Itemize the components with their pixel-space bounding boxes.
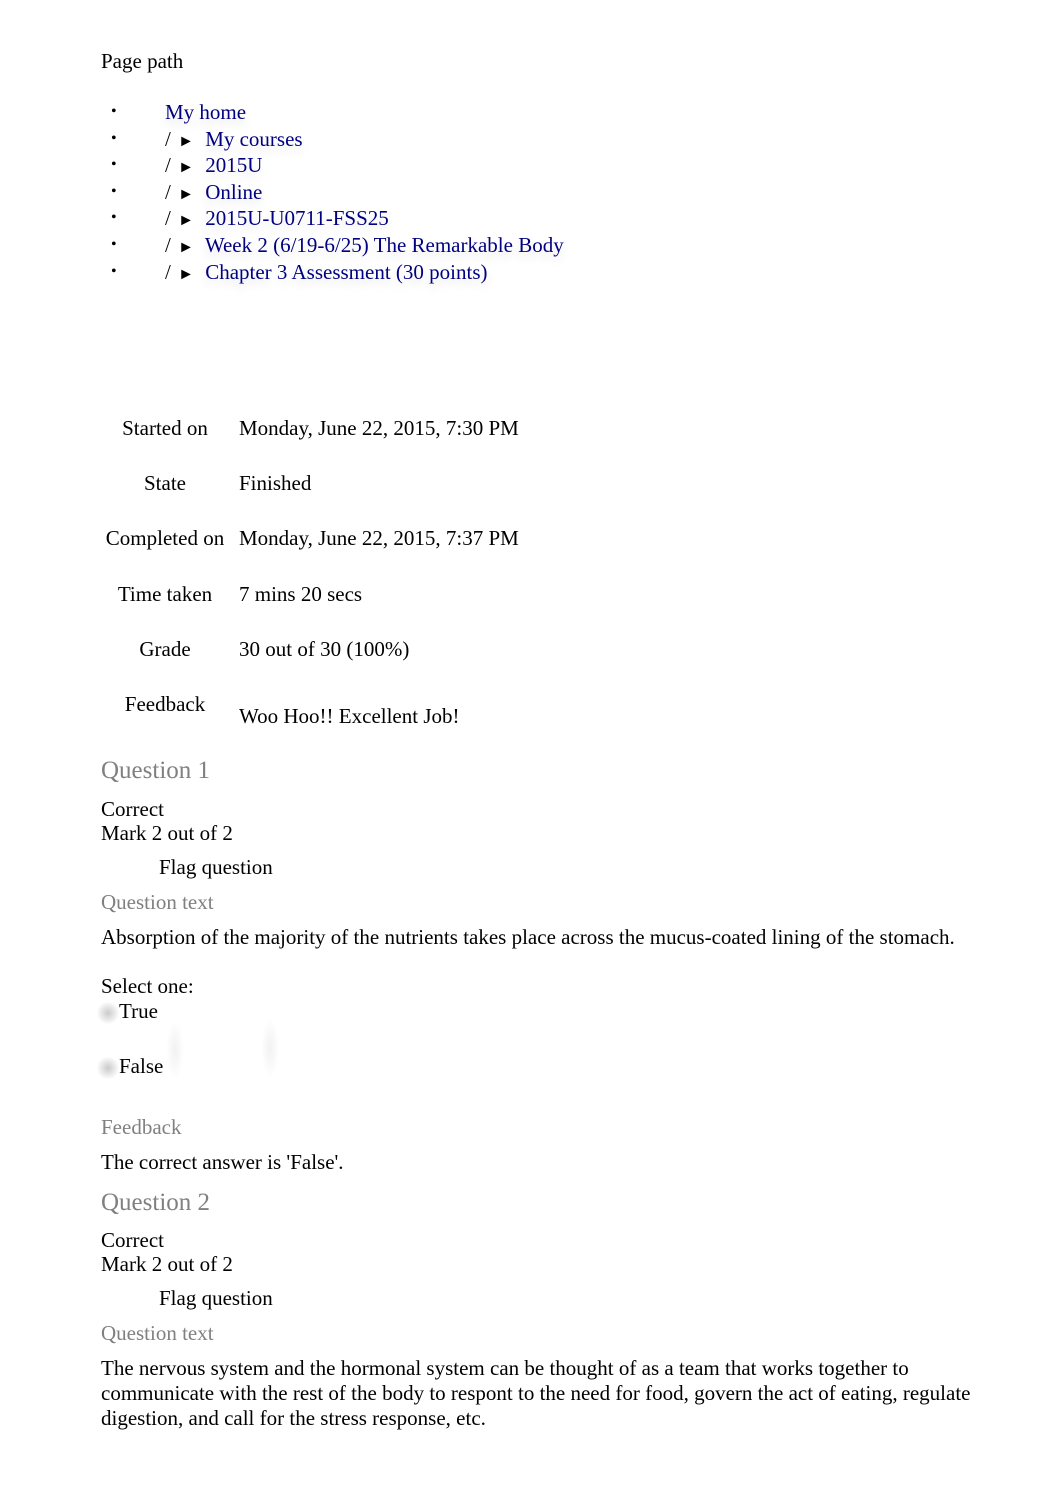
bullet: • [111, 129, 117, 147]
separator: / [165, 259, 171, 284]
decorative-shadow [166, 1020, 184, 1080]
flag-question-1-button[interactable]: Flag question [159, 855, 273, 880]
arrow-right-icon: ► [178, 185, 194, 203]
summary-row-completed: Completed on Monday, June 22, 2015, 7:37… [101, 526, 801, 556]
breadcrumb-link-my-courses[interactable]: My courses [205, 127, 302, 151]
breadcrumb-link-my-home[interactable]: My home [165, 100, 246, 124]
question-1-text: Absorption of the majority of the nutrie… [101, 925, 955, 949]
question-1-feedback: The correct answer is 'False'. [101, 1150, 344, 1174]
summary-row-feedback: Feedback Woo Hoo!! Excellent Job! [101, 692, 801, 728]
question-2-text-heading: Question text [101, 1321, 214, 1345]
question-1-status: Correct [101, 797, 164, 821]
breadcrumb-item: • / ► My courses [111, 126, 564, 153]
question-2-text: The nervous system and the hormonal syst… [101, 1356, 971, 1430]
radio-option-false[interactable] [97, 1057, 119, 1079]
flag-question-2-button[interactable]: Flag question [159, 1286, 273, 1311]
decorative-shadow [261, 1018, 279, 1078]
breadcrumb-item: • My home [111, 99, 564, 126]
summary-value: Finished [239, 471, 312, 495]
summary-label: Time taken [117, 582, 213, 606]
summary-value: Woo Hoo!! Excellent Job! [239, 704, 460, 728]
page-path-label: Page path [101, 49, 184, 73]
breadcrumb-item: • / ► 2015U [111, 152, 564, 179]
summary-row-state: State Finished [101, 471, 801, 501]
question-1-mark: Mark 2 out of 2 [101, 821, 233, 845]
question-2-mark: Mark 2 out of 2 [101, 1252, 233, 1276]
breadcrumb-link-online[interactable]: Online [205, 180, 262, 204]
question-2-status: Correct [101, 1228, 164, 1252]
separator: / [165, 153, 171, 178]
breadcrumb-link-2015u[interactable]: 2015U [205, 153, 262, 177]
option-false-label[interactable]: False [119, 1054, 163, 1079]
radio-option-true[interactable] [97, 1002, 119, 1024]
bullet: • [111, 209, 117, 227]
separator: / [165, 232, 171, 257]
bullet: • [111, 156, 117, 174]
question-2-title: Question 2 [101, 1189, 211, 1216]
summary-row-time-taken: Time taken 7 mins 20 secs [101, 582, 801, 612]
summary-row-grade: Grade 30 out of 30 (100%) [101, 637, 801, 667]
bullet: • [111, 262, 117, 280]
question-1-prompt: Select one: [101, 974, 194, 998]
question-1-title: Question 1 [101, 757, 211, 784]
summary-value: Monday, June 22, 2015, 7:37 PM [239, 526, 519, 550]
option-true-label[interactable]: True [119, 999, 158, 1024]
summary-value: Monday, June 22, 2015, 7:30 PM [239, 416, 519, 440]
breadcrumb-link-assessment[interactable]: Chapter 3 Assessment (30 points) [205, 260, 487, 284]
bullet: • [111, 182, 117, 200]
arrow-right-icon: ► [178, 212, 194, 230]
breadcrumb-item: • / ► Chapter 3 Assessment (30 points) [111, 259, 564, 286]
breadcrumb-item: • / ► 2015U-U0711-FSS25 [111, 205, 564, 232]
summary-value: 30 out of 30 (100%) [239, 637, 410, 661]
summary-value: 7 mins 20 secs [239, 582, 363, 606]
breadcrumb: • My home • / ► My courses • / ► 2015U •… [111, 99, 564, 286]
breadcrumb-item: • / ► Week 2 (6/19-6/25) The Remarkable … [111, 232, 564, 259]
arrow-right-icon: ► [178, 159, 194, 177]
arrow-right-icon: ► [178, 265, 194, 283]
arrow-right-icon: ► [178, 132, 194, 150]
bullet: • [111, 235, 117, 253]
arrow-right-icon: ► [178, 238, 194, 256]
bullet: • [111, 103, 117, 120]
separator: / [165, 126, 171, 151]
summary-label: Completed on [105, 526, 225, 550]
breadcrumb-item: • / ► Online [111, 179, 564, 206]
question-1-feedback-heading: Feedback [101, 1115, 182, 1139]
separator: / [165, 206, 171, 231]
summary-label: Grade [139, 637, 191, 661]
breadcrumb-link-week-2[interactable]: Week 2 (6/19-6/25) The Remarkable Body [205, 233, 564, 257]
breadcrumb-link-course[interactable]: 2015U-U0711-FSS25 [205, 206, 389, 230]
summary-row-started: Started on Monday, June 22, 2015, 7:30 P… [101, 416, 801, 446]
summary-label: Feedback [124, 692, 206, 716]
summary-label: State [144, 471, 186, 495]
question-1-text-heading: Question text [101, 890, 214, 914]
summary-label: Started on [122, 416, 208, 440]
separator: / [165, 179, 171, 204]
